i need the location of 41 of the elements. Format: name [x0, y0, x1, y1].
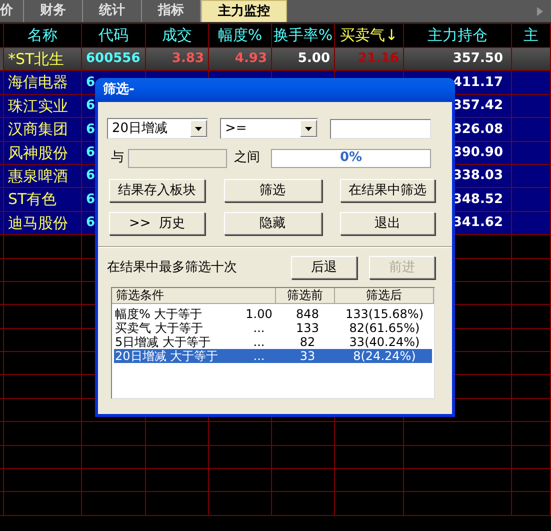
tab[interactable]: 财务 [24, 0, 83, 22]
table-cell: *ST北生 [4, 48, 82, 72]
table-cell: 3.83 [146, 48, 209, 72]
table-cell: 600556 [82, 48, 146, 72]
list-row[interactable]: 买卖气 大于等于 ... 133 82(61.65%) [114, 321, 432, 335]
tab[interactable]: 主力监控 [201, 0, 287, 22]
table-cell: 汉商集团 [4, 118, 82, 142]
list-row[interactable]: 5日增减 大于等于 ... 82 33(40.24%) [114, 335, 432, 349]
dialog-button[interactable]: 筛选 [224, 179, 322, 202]
list-column-header[interactable]: 筛选后 [335, 288, 434, 304]
between-label: 之间 [233, 149, 261, 168]
table-cell: 惠泉啤酒 [4, 164, 82, 188]
table-cell: 珠江实业 [4, 94, 82, 118]
list-row[interactable]: 幅度% 大于等于 1.00 848 133(15.68%) [114, 307, 432, 321]
dialog-button[interactable]: 后退 [291, 256, 357, 279]
table-cell: 迪马股份 [4, 212, 82, 236]
dialog-button[interactable]: 在结果中筛选 [340, 179, 435, 202]
dialog-button[interactable]: 退出 [340, 212, 435, 235]
table-cell: ST有色 [4, 188, 82, 212]
list-column-header[interactable]: 筛选前 [276, 288, 335, 304]
field-dropdown[interactable]: 20日增减 [107, 118, 208, 139]
dialog-button[interactable]: 隐藏 [224, 212, 322, 235]
dropdown-arrow-icon [195, 126, 202, 130]
progress-text: 0% [340, 149, 362, 168]
table-cell: 海信电器 [4, 71, 82, 95]
list-column-header[interactable]: 筛选条件 [112, 288, 276, 304]
dropdown-arrow-icon [305, 126, 312, 130]
operator-dropdown[interactable]: >= [220, 118, 318, 139]
hint-text: 在结果中最多筛选十次 [107, 258, 238, 277]
scroll-right-icon[interactable] [537, 6, 543, 16]
and-label: 与 [110, 149, 125, 168]
table-cell: 风神股份 [4, 142, 82, 165]
table-cell: 5.00 [272, 48, 335, 72]
table-cell: 357.50 [404, 48, 512, 72]
value-input-field[interactable] [330, 118, 431, 138]
table-cell: 21.16 [335, 48, 404, 72]
table-cell: 4.93 [209, 48, 272, 72]
dialog-button[interactable]: >> 历史 [109, 212, 205, 235]
dialog-button[interactable]: 结果存入板块 [109, 179, 205, 202]
tab[interactable]: 统计 [83, 0, 142, 22]
list-row[interactable]: 20日增减 大于等于 ... 33 8(24.24%) [114, 349, 432, 363]
